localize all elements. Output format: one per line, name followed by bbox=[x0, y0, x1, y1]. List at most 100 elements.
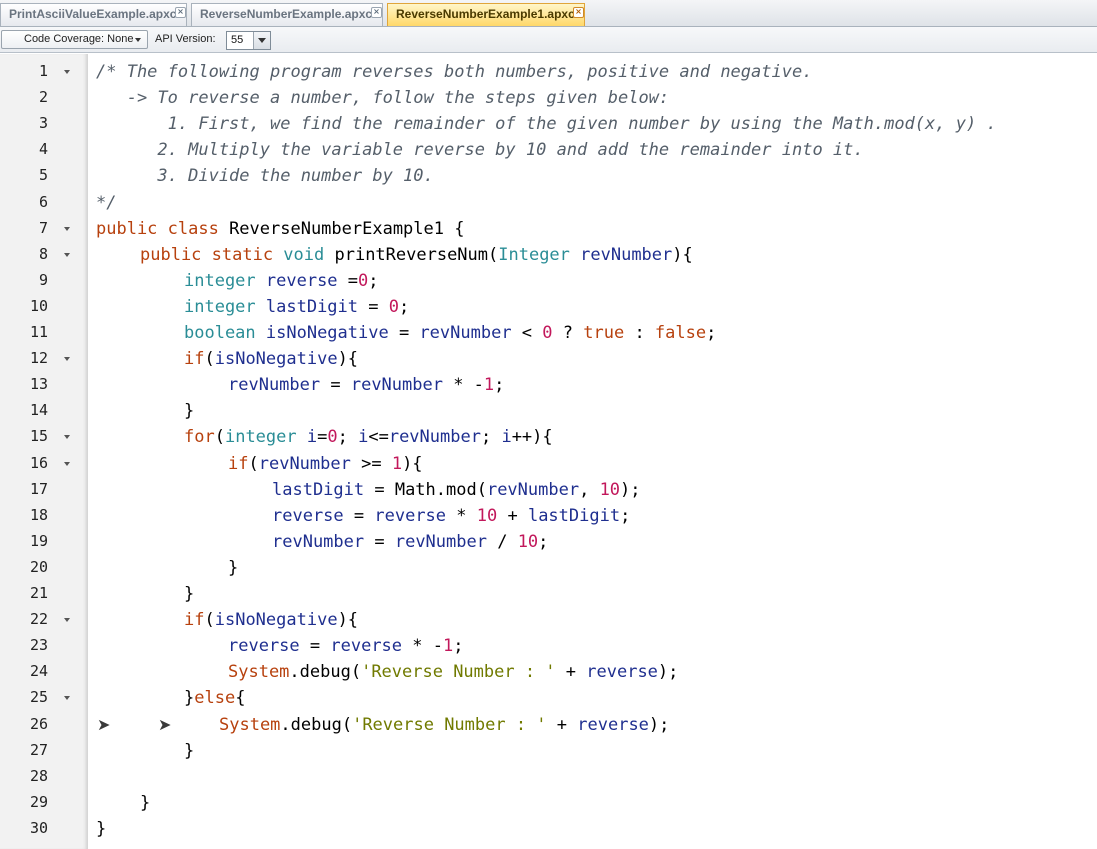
fold-toggle-icon[interactable] bbox=[64, 70, 70, 74]
line-number: 1 bbox=[38, 62, 48, 80]
code-token: i bbox=[306, 427, 318, 448]
code-text: reverse = reverse * 10 + lastDigit; bbox=[272, 506, 630, 526]
code-line[interactable]: 28 bbox=[0, 763, 1097, 789]
code-line[interactable]: 9 integer reverse =0; bbox=[0, 267, 1097, 293]
code-token: : bbox=[634, 323, 655, 343]
code-token: revNumber bbox=[580, 244, 673, 265]
code-token: + bbox=[546, 714, 578, 735]
code-line[interactable]: 25}else{ bbox=[0, 684, 1097, 710]
code-line[interactable]: 12 if(isNoNegative){ bbox=[0, 345, 1097, 371]
code-token: ; bbox=[620, 505, 631, 526]
code-text: } bbox=[140, 793, 150, 813]
code-line[interactable]: 19 revNumber = revNumber / 10; bbox=[0, 528, 1097, 554]
fold-toggle-icon[interactable] bbox=[64, 226, 70, 231]
fold-toggle-icon[interactable] bbox=[64, 435, 70, 440]
code-token: if bbox=[184, 610, 205, 631]
fold-toggle-icon[interactable] bbox=[64, 357, 70, 362]
code-line[interactable]: 17 lastDigit = Math.mod(revNumber, 10); bbox=[0, 476, 1097, 502]
code-line[interactable]: 7 public class ReverseNumberExample1 { bbox=[0, 215, 1097, 241]
code-line[interactable]: 30} bbox=[0, 815, 1097, 841]
code-line[interactable]: 21} bbox=[0, 580, 1097, 606]
code-token: */ bbox=[96, 192, 117, 213]
code-text: } bbox=[184, 741, 194, 761]
fold-toggle-icon[interactable] bbox=[64, 618, 70, 623]
code-line[interactable]: 24 System.debug('Reverse Number : ' + rev… bbox=[0, 658, 1097, 684]
tab-label: ReverseNumberExample1.apxc bbox=[396, 7, 575, 21]
close-icon[interactable]: × bbox=[573, 7, 584, 18]
code-line[interactable]: 14} bbox=[0, 397, 1097, 423]
code-line[interactable]: 27} bbox=[0, 737, 1097, 763]
file-tab-bar: PrintAsciiValueExample.apxc × ReverseNum… bbox=[0, 0, 1097, 27]
code-token: for bbox=[184, 427, 215, 448]
tab-print-ascii-value-example[interactable]: PrintAsciiValueExample.apxc × bbox=[0, 3, 187, 26]
code-line[interactable]: 3 1. First, we find the remainder of the… bbox=[0, 110, 1097, 136]
chevron-down-icon[interactable] bbox=[253, 32, 270, 49]
code-token: false bbox=[654, 323, 707, 343]
code-text: revNumber = revNumber * -1; bbox=[228, 375, 504, 395]
code-line[interactable]: 5 3. Divide the number by 10. bbox=[0, 162, 1097, 188]
code-token: = bbox=[398, 323, 420, 343]
fold-toggle-icon[interactable] bbox=[64, 252, 70, 257]
code-token: = bbox=[317, 427, 328, 448]
code-line[interactable]: 4 2. Multiply the variable reverse by 10… bbox=[0, 136, 1097, 162]
code-line[interactable]: 18 reverse = reverse * 10 + lastDigit; bbox=[0, 502, 1097, 528]
code-line[interactable]: 13 revNumber = revNumber * -1; bbox=[0, 371, 1097, 397]
line-number: 4 bbox=[38, 140, 48, 159]
tab-reverse-number-example[interactable]: ReverseNumberExample.apxc × bbox=[191, 3, 383, 26]
code-line[interactable]: 15 for(integer i=0; i<=revNumber; i++){ bbox=[0, 423, 1097, 449]
code-line[interactable]: 20} bbox=[0, 554, 1097, 580]
code-line[interactable]: 11 boolean isNoNegative = revNumber < 0 ?… bbox=[0, 319, 1097, 345]
code-token: 3. Divide the number by 10. bbox=[96, 166, 434, 187]
code-token: reverse bbox=[577, 714, 649, 735]
code-token: revNumber bbox=[388, 427, 481, 448]
code-line[interactable]: 26 ➤ ➤ System.debug('Reverse Number : ' + r… bbox=[0, 711, 1097, 737]
line-number: 17 bbox=[29, 479, 48, 498]
code-token: revNumber bbox=[258, 453, 362, 474]
code-token: public static bbox=[140, 244, 284, 265]
line-number: 24 bbox=[29, 662, 48, 681]
code-line[interactable]: 1 /* The following program reverses both … bbox=[0, 58, 1097, 84]
code-token: ; bbox=[494, 375, 505, 396]
current-line-arrow-icon: ➤ bbox=[158, 714, 172, 734]
code-token: 2. Multiply the variable reverse by 10 a… bbox=[96, 140, 864, 161]
code-token: i bbox=[501, 427, 512, 448]
tab-reverse-number-example1[interactable]: ReverseNumberExample1.apxc × bbox=[387, 3, 585, 26]
fold-toggle-icon[interactable] bbox=[64, 461, 70, 466]
close-icon[interactable]: × bbox=[371, 7, 382, 18]
code-token: integer bbox=[184, 270, 266, 291]
code-token: = bbox=[368, 296, 389, 317]
close-icon[interactable]: × bbox=[175, 7, 186, 18]
api-version-label: API Version: bbox=[155, 33, 216, 45]
code-editor[interactable]: 1 /* The following program reverses both … bbox=[0, 54, 1097, 849]
code-line[interactable]: 29} bbox=[0, 789, 1097, 815]
code-token: 1. First, we find the remainder of the g… bbox=[96, 114, 997, 135]
code-token: * - bbox=[453, 375, 484, 396]
code-text: public static void printReverseNum(Integ… bbox=[140, 245, 693, 265]
code-token: ; bbox=[337, 427, 359, 448]
code-token: ; bbox=[538, 531, 549, 552]
line-number: 26 bbox=[29, 714, 48, 733]
line-number: 13 bbox=[29, 375, 48, 394]
code-line[interactable]: 8 public static void printReverseNum(Inte… bbox=[0, 241, 1097, 267]
code-text: } bbox=[184, 584, 194, 604]
code-token: revNumber bbox=[394, 531, 498, 552]
code-line[interactable]: 10 integer lastDigit = 0; bbox=[0, 293, 1097, 319]
code-token: printReverseNum( bbox=[334, 244, 499, 265]
code-line[interactable]: 6 */ bbox=[0, 189, 1097, 215]
code-line[interactable]: 2 -> To reverse a number, follow the ste… bbox=[0, 84, 1097, 110]
line-number: 12 bbox=[29, 349, 48, 368]
code-token: ++){ bbox=[511, 427, 553, 448]
api-version-select[interactable]: 55 bbox=[226, 31, 271, 50]
code-token: 10 bbox=[476, 505, 508, 526]
code-line[interactable]: 16 if(revNumber >= 1){ bbox=[0, 450, 1097, 476]
code-token: 1 bbox=[483, 375, 495, 396]
code-token: ); bbox=[657, 662, 679, 683]
code-coverage-dropdown[interactable]: Code Coverage: None bbox=[1, 30, 148, 49]
code-line[interactable]: 23 reverse = reverse * -1; bbox=[0, 632, 1097, 658]
code-token: < bbox=[521, 323, 543, 343]
fold-toggle-icon[interactable] bbox=[64, 696, 70, 701]
code-line[interactable]: 22 if(isNoNegative){ bbox=[0, 606, 1097, 632]
code-token: ){ bbox=[337, 349, 359, 370]
code-token: public class bbox=[96, 218, 230, 239]
code-token: revNumber bbox=[486, 479, 580, 500]
